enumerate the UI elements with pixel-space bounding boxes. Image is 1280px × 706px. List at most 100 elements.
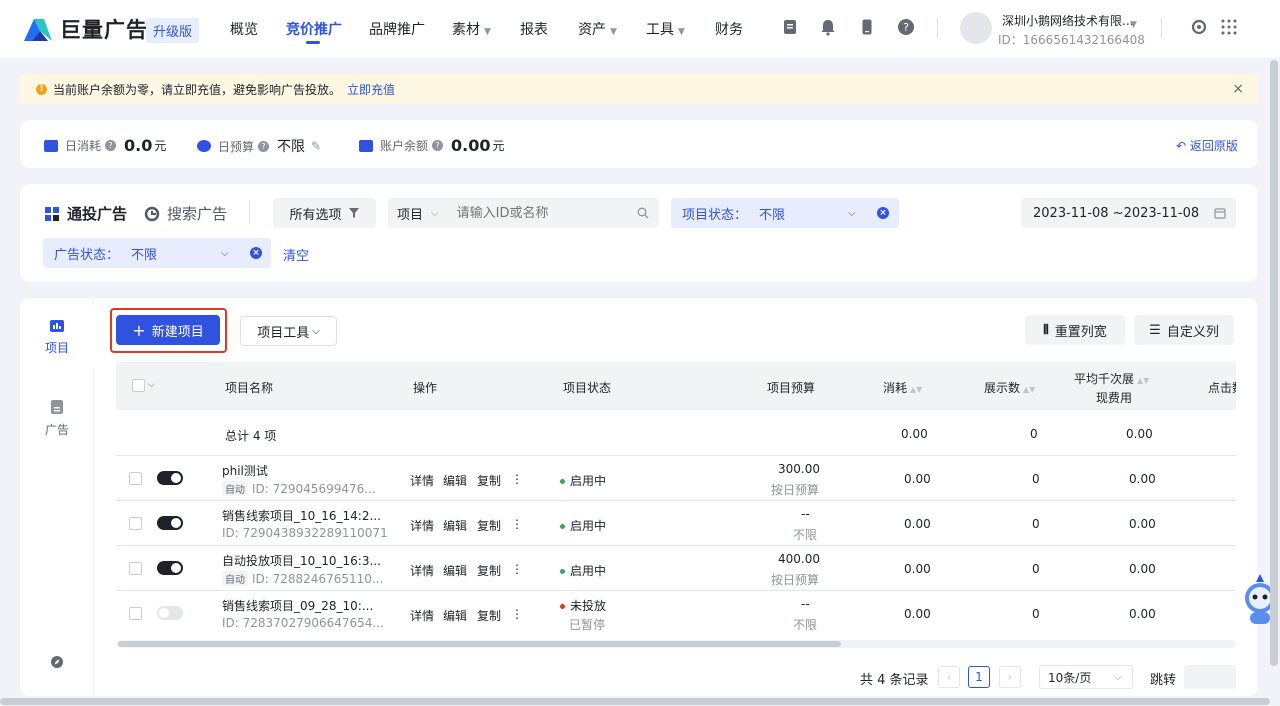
next-page-button[interactable]: › [999, 666, 1021, 688]
detail-link[interactable]: 详情 [410, 562, 434, 579]
col-header-clicks[interactable]: 点击数 [1208, 379, 1236, 396]
more-icon[interactable]: ⋮ [511, 562, 523, 576]
help-icon[interactable]: ? [897, 18, 915, 36]
edit-link[interactable]: 编辑 [443, 472, 467, 489]
date-range-picker[interactable]: 2023-11-08 ~2023-11-08 [1021, 198, 1236, 228]
row-checkbox[interactable] [129, 562, 142, 575]
chevron-down-icon[interactable]: ▼ [1130, 20, 1137, 30]
project-toggle[interactable] [157, 471, 183, 485]
select-all-checkbox[interactable] [132, 379, 145, 392]
nav-report[interactable]: 报表 [520, 19, 548, 39]
copy-link[interactable]: 复制 [477, 562, 501, 579]
project-tools-button[interactable]: 项目工具 ⌵ [240, 316, 337, 346]
compass-icon[interactable] [50, 655, 64, 669]
cpm-value: 0.00 [1129, 517, 1156, 531]
edit-icon[interactable]: ✎ [311, 139, 321, 153]
clear-filter-icon[interactable]: × [877, 207, 889, 219]
jump-input[interactable] [1184, 665, 1236, 689]
clear-all-link[interactable]: 清空 [283, 245, 309, 264]
back-to-original-link[interactable]: ↶ 返回原版 [1176, 137, 1238, 154]
horizontal-scrollbar[interactable] [118, 641, 841, 647]
custom-columns-button[interactable]: ☰ 自定义列 [1134, 315, 1234, 345]
coins-icon [197, 140, 211, 152]
chevron-down-icon: ⌵ [221, 247, 229, 259]
vertical-scrollbar[interactable] [1270, 60, 1278, 666]
grid-apps-icon[interactable] [1220, 18, 1238, 36]
project-toggle[interactable] [157, 516, 183, 530]
page-horizontal-scrollbar[interactable] [0, 698, 1270, 705]
close-icon[interactable]: × [1232, 81, 1244, 97]
copy-link[interactable]: 复制 [477, 607, 501, 624]
row-checkbox[interactable] [129, 472, 142, 485]
search-icon[interactable] [637, 207, 649, 219]
more-icon[interactable]: ⋮ [511, 517, 523, 531]
copy-link[interactable]: 复制 [477, 517, 501, 534]
prev-page-button[interactable]: ‹ [938, 666, 960, 688]
status-dot-icon [560, 524, 565, 529]
more-icon[interactable]: ⋮ [511, 472, 523, 486]
recharge-link[interactable]: 立即充值 [347, 81, 395, 98]
col-header-cost[interactable]: 消耗 ▲▼ [883, 379, 922, 396]
col-header-impressions[interactable]: 展示数 ▲▼ [984, 379, 1035, 396]
svg-text:?: ? [903, 21, 909, 34]
detail-link[interactable]: 详情 [410, 517, 434, 534]
tab-search[interactable]: 搜索广告 [144, 203, 227, 224]
project-toggle[interactable] [157, 561, 183, 575]
reset-width-button[interactable]: ⫴ 重置列宽 [1025, 315, 1125, 345]
project-search-box[interactable]: 项目 ⌵ [388, 198, 659, 228]
col-header-cpm[interactable]: 平均千次展 ▲▼ [1074, 370, 1149, 387]
upgrade-badge[interactable]: 升级版 [146, 18, 200, 43]
edit-link[interactable]: 编辑 [443, 517, 467, 534]
help-icon[interactable]: ? [258, 140, 270, 152]
project-status-filter[interactable]: 项目状态： 不限 ⌵ × [671, 198, 899, 228]
project-name[interactable]: 自动投放项目_10_10_16:3... [222, 552, 381, 569]
bell-icon[interactable] [819, 18, 837, 36]
assistant-robot-icon[interactable] [1240, 572, 1274, 628]
nav-bidding[interactable]: 竞价推广 [286, 19, 342, 39]
calendar-icon [1214, 208, 1226, 219]
col-header-budget: 项目预算 [767, 381, 816, 395]
nav-overview[interactable]: 概览 [230, 19, 258, 39]
row-checkbox[interactable] [129, 607, 142, 620]
chevron-down-icon[interactable]: ⌵ [148, 380, 155, 390]
all-options-button[interactable]: 所有选项 [273, 198, 376, 228]
account-name[interactable]: 深圳小鹅网络技术有限... [1002, 12, 1133, 29]
row-checkbox[interactable] [129, 517, 142, 530]
sidebar-item-ad[interactable]: 广告 [37, 399, 77, 438]
project-name[interactable]: 销售线索项目_09_28_10:... [222, 597, 373, 614]
help-icon[interactable]: ? [105, 140, 117, 151]
clear-filter-icon[interactable]: × [250, 247, 262, 259]
nav-finance[interactable]: 财务 [715, 19, 743, 39]
project-type-select[interactable]: 项目 [397, 204, 423, 223]
copy-link[interactable]: 复制 [477, 472, 501, 489]
project-name[interactable]: phil测试 [222, 462, 268, 479]
detail-link[interactable]: 详情 [410, 472, 434, 489]
mobile-icon[interactable] [858, 18, 876, 36]
brand-logo[interactable]: 巨量广告 [22, 14, 148, 44]
edit-link[interactable]: 编辑 [443, 607, 467, 624]
project-name[interactable]: 销售线索项目_10_16_14:2... [222, 507, 381, 524]
nav-material[interactable]: 素材 ▼ [452, 19, 491, 39]
tab-tongtou[interactable]: 通投广告 [44, 203, 127, 224]
page-size-select[interactable]: 10条/页 ⌵ [1039, 665, 1133, 689]
page-number[interactable]: 1 [968, 666, 990, 688]
auto-tag: 自动 [222, 481, 248, 496]
sidebar-item-project[interactable]: 项目 [37, 319, 77, 356]
budget-value: 300.00 [778, 462, 820, 476]
avatar[interactable] [960, 12, 992, 44]
daily-budget-stat: 日预算 ? 不限 ✎ [197, 136, 321, 156]
nav-assets[interactable]: 资产 ▼ [578, 19, 617, 39]
status-badge: 启用中 [560, 562, 606, 579]
more-icon[interactable]: ⋮ [511, 607, 523, 621]
budget-value: -- [801, 507, 810, 521]
search-input[interactable] [456, 205, 617, 221]
ad-status-filter[interactable]: 广告状态： 不限 ⌵ × [43, 238, 271, 268]
refresh-icon[interactable] [1190, 18, 1208, 36]
project-toggle[interactable] [157, 606, 183, 620]
document-icon[interactable] [781, 18, 799, 36]
nav-brand[interactable]: 品牌推广 [369, 19, 425, 39]
help-icon[interactable]: ? [432, 140, 444, 151]
nav-tools[interactable]: 工具 ▼ [646, 19, 685, 39]
detail-link[interactable]: 详情 [410, 607, 434, 624]
edit-link[interactable]: 编辑 [443, 562, 467, 579]
